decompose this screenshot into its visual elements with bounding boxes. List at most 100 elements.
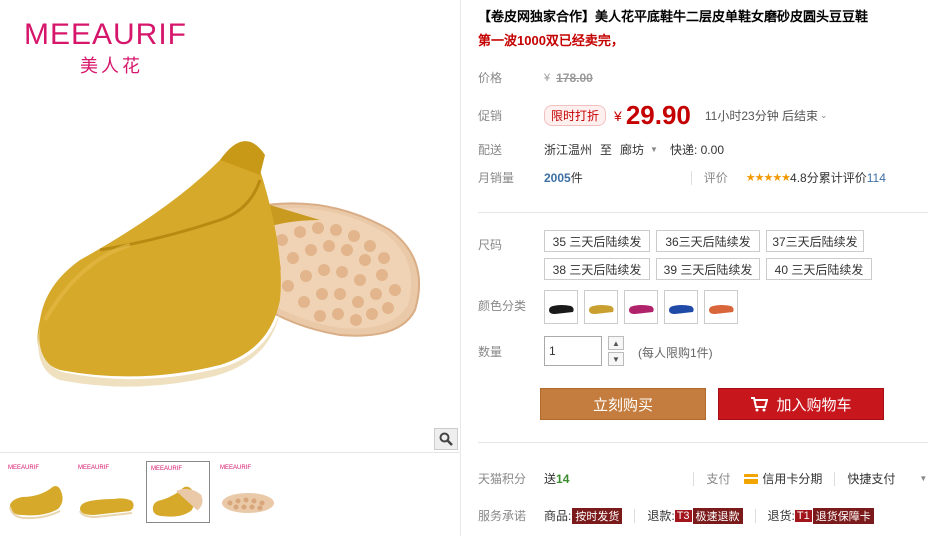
countdown-text[interactable]: 11小时23分钟 后结束 bbox=[705, 107, 818, 124]
return-badge: T1 bbox=[794, 509, 812, 522]
cumulative-review-count[interactable]: 114 bbox=[867, 171, 886, 185]
divider bbox=[690, 170, 692, 185]
thumbnail-3[interactable]: MEEAURIF bbox=[146, 461, 210, 523]
divider bbox=[754, 508, 756, 523]
add-to-cart-button[interactable]: 加入购物车 bbox=[718, 388, 884, 420]
refund-badge: T3 bbox=[674, 509, 692, 522]
shipping-row: 配送 浙江温州 至 廊坊 ▼ 快递: 0.00 bbox=[478, 141, 724, 158]
chevron-down-icon[interactable]: ⌄ bbox=[820, 110, 828, 121]
size-option-36[interactable]: 36三天后陆续发 bbox=[656, 230, 760, 252]
currency-symbol-promo: ¥ bbox=[614, 107, 622, 124]
cart-icon bbox=[751, 397, 769, 412]
sales-unit: 件 bbox=[570, 171, 583, 185]
return-label: 退货: bbox=[767, 509, 795, 523]
shoe-swatch-icon bbox=[549, 305, 574, 314]
add-to-cart-label: 加入购物车 bbox=[776, 396, 852, 414]
buy-now-button[interactable]: 立刻购买 bbox=[540, 388, 706, 420]
quantity-input[interactable]: 1 bbox=[544, 336, 602, 366]
main-product-image bbox=[37, 141, 421, 387]
shipping-from: 浙江温州 bbox=[544, 143, 593, 157]
thumbnail-4[interactable]: MEEAURIF bbox=[216, 461, 280, 523]
quick-pay[interactable]: 快捷支付 bbox=[847, 470, 895, 487]
shoe-swatch-icon bbox=[589, 305, 614, 314]
size-option-35[interactable]: 35 三天后陆续发 bbox=[544, 230, 650, 252]
original-price: 178.00 bbox=[556, 70, 593, 85]
shipping-destination[interactable]: 廊坊 bbox=[620, 141, 644, 158]
thumbnail-logo: MEEAURIF bbox=[8, 465, 40, 471]
payment-label: 支付 bbox=[706, 472, 731, 486]
shoe-swatch-icon bbox=[669, 305, 694, 314]
promo-label: 促销 bbox=[478, 109, 503, 123]
quantity-row-label: 数量 bbox=[478, 343, 544, 360]
color-swatch-rose[interactable] bbox=[624, 290, 658, 324]
thumbnail-logo: MEEAURIF bbox=[151, 466, 183, 472]
color-swatch-orange[interactable] bbox=[704, 290, 738, 324]
shoe-side-view bbox=[37, 141, 282, 387]
thumbnail-2[interactable]: MEEAURIF bbox=[74, 461, 138, 523]
quantity-increase-button[interactable]: ▲ bbox=[608, 336, 624, 350]
goods-label: 商品: bbox=[544, 509, 572, 523]
color-swatch-black[interactable] bbox=[544, 290, 578, 324]
chevron-up-icon: ▲ bbox=[612, 338, 620, 348]
brand-name-en: MEEAURIF bbox=[24, 18, 188, 51]
service-label: 服务承诺 bbox=[478, 509, 527, 523]
shipping-label: 配送 bbox=[478, 143, 503, 157]
brand-logo: MEEAURIF 美人花 bbox=[24, 20, 187, 78]
original-price-row: 价格 ¥ 178.00 bbox=[478, 69, 593, 86]
points-value: 14 bbox=[556, 471, 570, 486]
monthly-sales-label: 月销量 bbox=[478, 171, 515, 185]
product-title: 【卷皮网独家合作】美人花平底鞋牛二层皮单鞋女磨砂皮圆头豆豆鞋 bbox=[478, 9, 869, 24]
points-label: 天猫积分 bbox=[478, 472, 527, 486]
color-swatch-yellow[interactable] bbox=[584, 290, 618, 324]
rating-score: 4.8分 bbox=[790, 171, 819, 185]
shipping-to-word: 至 bbox=[600, 143, 613, 157]
section-divider bbox=[478, 212, 928, 213]
service-row: 服务承诺 商品: 按时发货 退款: T3 极速退款 退货: T1 退货保障卡 bbox=[478, 507, 874, 524]
quantity-label: 数量 bbox=[478, 345, 503, 359]
color-swatch-blue[interactable] bbox=[664, 290, 698, 324]
price-label: 价格 bbox=[478, 71, 503, 85]
magnifier-icon bbox=[439, 432, 453, 446]
thumbnail-strip: MEEAURIF MEEAURIF MEEAURIF MEEAURIF bbox=[0, 452, 460, 536]
quantity-limit-note: (每人限购1件) bbox=[638, 346, 713, 360]
shoe-swatch-icon bbox=[629, 305, 654, 314]
caret-down-icon[interactable]: ▼ bbox=[650, 145, 658, 154]
caret-down-icon[interactable]: ▼ bbox=[919, 474, 927, 483]
section-divider bbox=[478, 442, 928, 443]
refund-label: 退款: bbox=[647, 509, 675, 523]
color-row-label: 颜色分类 bbox=[478, 297, 544, 314]
express-fee: 快递: 0.00 bbox=[669, 143, 724, 157]
size-option-37[interactable]: 37三天后陆续发 bbox=[766, 230, 864, 252]
monthly-sales-count: 2005 bbox=[544, 170, 571, 185]
promo-badge: 限时打折 bbox=[544, 105, 607, 126]
credit-installment[interactable]: 信用卡分期 bbox=[762, 470, 822, 487]
shoe-swatch-icon bbox=[709, 305, 734, 314]
current-price: 29.90 bbox=[625, 100, 691, 130]
points-send: 送 bbox=[544, 472, 557, 486]
quantity-decrease-button[interactable]: ▼ bbox=[608, 352, 624, 366]
promo-price-row: 促销 限时打折 ¥ 29.90 11小时23分钟 后结束 ⌄ bbox=[478, 100, 828, 131]
divider bbox=[693, 471, 695, 486]
size-option-39[interactable]: 39 三天后陆续发 bbox=[656, 258, 760, 280]
rating-stars-icon: ★★★★★ bbox=[745, 172, 791, 184]
currency-symbol: ¥ bbox=[544, 71, 551, 84]
zoom-button[interactable] bbox=[434, 428, 458, 450]
size-option-38[interactable]: 38 三天后陆续发 bbox=[544, 258, 650, 280]
fast-refund-tag[interactable]: 极速退款 bbox=[692, 507, 743, 524]
points-row: 天猫积分 送 14 支付 信用卡分期 快捷支付 ▼ bbox=[478, 470, 927, 487]
divider bbox=[634, 508, 636, 523]
product-subtitle: 第一波1000双已经卖完， bbox=[478, 33, 624, 48]
thumbnail-1[interactable]: MEEAURIF bbox=[4, 461, 68, 523]
thumbnail-logo: MEEAURIF bbox=[78, 465, 110, 471]
thumbnail-logo: MEEAURIF bbox=[220, 465, 252, 471]
return-guarantee-tag[interactable]: 退货保障卡 bbox=[812, 507, 874, 524]
on-time-shipping-tag[interactable]: 按时发货 bbox=[572, 507, 623, 524]
size-option-40[interactable]: 40 三天后陆续发 bbox=[766, 258, 872, 280]
brand-name-cn: 美人花 bbox=[80, 56, 143, 77]
product-info-panel: 【卷皮网独家合作】美人花平底鞋牛二层皮单鞋女磨砂皮圆头豆豆鞋 第一波1000双已… bbox=[478, 0, 928, 536]
product-gallery: MEEAURIF 美人花 MEEAURIF MEEAURIF MEEAURIF … bbox=[0, 0, 460, 536]
credit-card-icon bbox=[744, 473, 759, 484]
cumulative-review-label[interactable]: 累计评价 bbox=[819, 169, 867, 186]
color-label: 颜色分类 bbox=[478, 299, 527, 313]
chevron-down-icon: ▼ bbox=[612, 354, 620, 364]
